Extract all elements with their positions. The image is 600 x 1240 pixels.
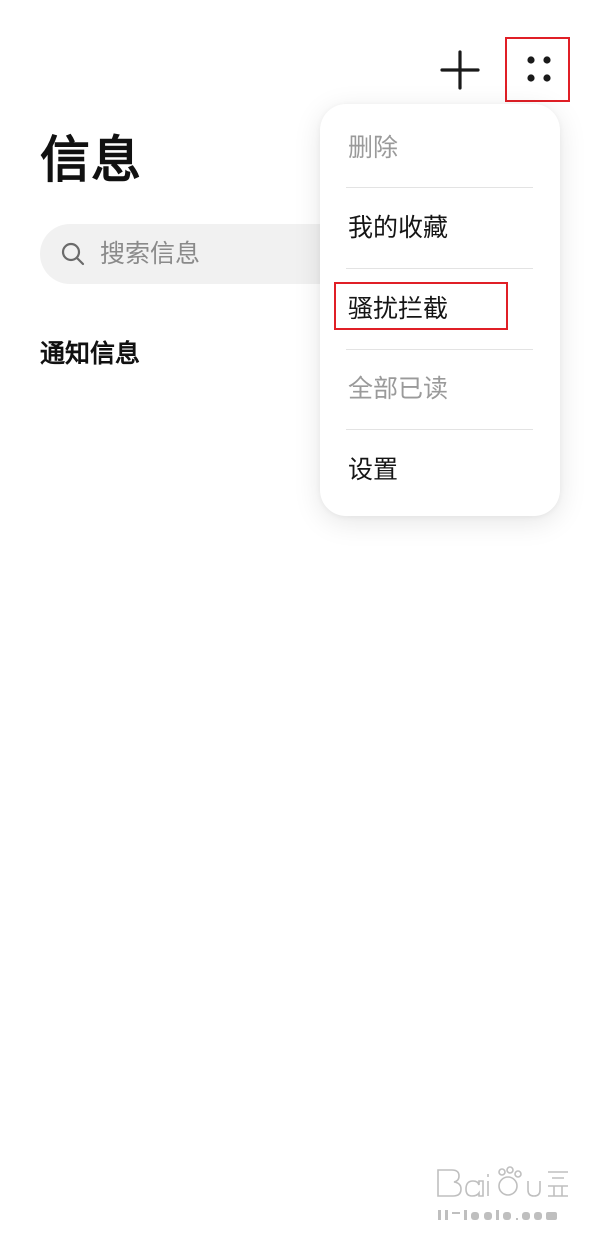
more-dots-icon bbox=[527, 56, 551, 82]
menu-item-label: 全部已读 bbox=[348, 374, 449, 403]
plus-icon bbox=[440, 50, 480, 90]
add-button[interactable] bbox=[436, 46, 484, 94]
more-options-button[interactable] bbox=[505, 37, 570, 102]
menu-item-label: 删除 bbox=[348, 133, 399, 162]
menu-item-favorites[interactable]: 我的收藏 bbox=[320, 188, 560, 268]
menu-item-label: 我的收藏 bbox=[348, 213, 449, 242]
page-title: 信息 bbox=[40, 131, 142, 189]
notification-messages-heading[interactable]: 通知信息 bbox=[40, 336, 140, 372]
baidu-jingyan-watermark-logo bbox=[437, 1166, 568, 1220]
search-icon bbox=[61, 242, 85, 266]
menu-item-spam-block[interactable]: 骚扰拦截 bbox=[320, 269, 560, 349]
menu-item-settings[interactable]: 设置 bbox=[320, 430, 560, 510]
top-bar bbox=[0, 30, 600, 110]
menu-item-mark-all-read[interactable]: 全部已读 bbox=[320, 349, 560, 429]
menu-item-label: 骚扰拦截 bbox=[348, 294, 449, 323]
overflow-menu: 删除 我的收藏 骚扰拦截 全部已读 设置 bbox=[320, 104, 560, 516]
menu-item-label: 设置 bbox=[348, 455, 399, 484]
search-placeholder: 搜索信息 bbox=[100, 239, 201, 268]
menu-item-delete[interactable]: 删除 bbox=[320, 108, 560, 188]
